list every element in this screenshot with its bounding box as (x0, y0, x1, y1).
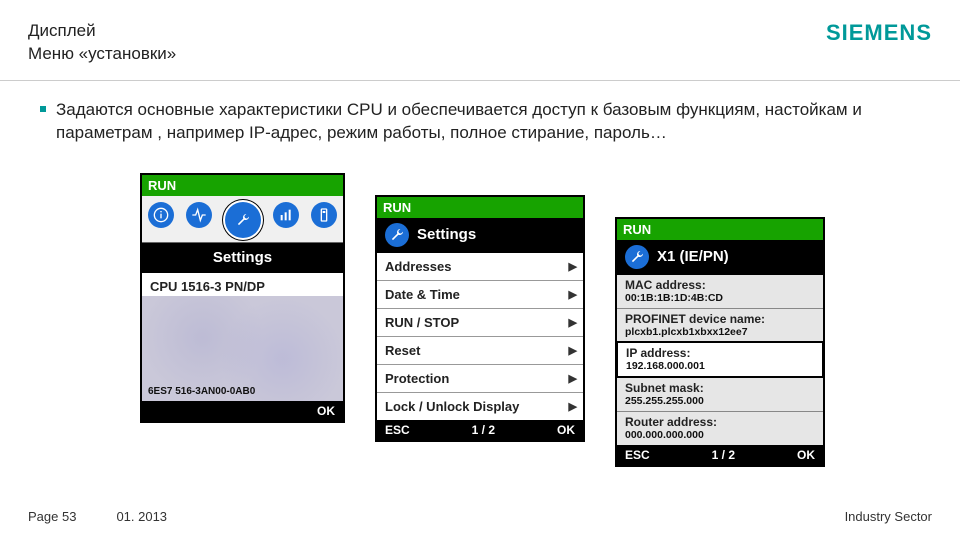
info-icon[interactable] (148, 202, 174, 228)
slide-header: Дисплей Меню «установки» SIEMENS (0, 0, 960, 76)
menu-item-label: Date & Time (385, 287, 460, 302)
kv-key: Router address: (625, 415, 815, 429)
footer-page: Page 53 (28, 509, 76, 524)
softkey-esc[interactable]: ESC (625, 448, 650, 462)
settings-menu-list: Addresses ▶ Date & Time ▶ RUN / STOP ▶ R… (377, 252, 583, 420)
bullet-marker (40, 106, 46, 112)
bars-icon[interactable] (273, 202, 299, 228)
brand-logo: SIEMENS (826, 20, 932, 46)
menu-item-runstop[interactable]: RUN / STOP ▶ (377, 308, 583, 336)
kv-profinet-name[interactable]: PROFINET device name: plcxb1.plcxb1xbxx1… (617, 308, 823, 342)
interface-title: X1 (IE/PN) (657, 248, 729, 265)
kv-ip-address[interactable]: IP address: 192.168.000.001 (616, 341, 824, 378)
softkey-ok[interactable]: OK (317, 404, 335, 418)
wrench-icon (625, 245, 649, 269)
slide-footer: Page 53 01. 2013 Industry Sector (28, 509, 932, 524)
status-run: RUN (142, 175, 343, 196)
device-screen-interface: RUN X1 (IE/PN) MAC address: 00:1B:1B:1D:… (615, 217, 825, 467)
footer-date: 01. 2013 (116, 509, 167, 524)
menu-item-datetime[interactable]: Date & Time ▶ (377, 280, 583, 308)
cpu-background-image: 6ES7 516-3AN00-0AB0 (142, 296, 343, 401)
kv-value: 192.168.000.001 (626, 360, 814, 372)
kv-key: MAC address: (625, 278, 815, 292)
menu-item-lock[interactable]: Lock / Unlock Display ▶ (377, 392, 583, 420)
kv-value: 000.000.000.000 (625, 429, 815, 441)
menu-item-label: Addresses (385, 259, 451, 274)
softkey-esc[interactable]: ESC (385, 423, 410, 437)
interface-title-row: X1 (IE/PN) (617, 240, 823, 274)
cpu-model: CPU 1516-3 PN/DP (142, 272, 343, 296)
activity-icon[interactable] (186, 202, 212, 228)
kv-value: 255.255.255.000 (625, 395, 815, 407)
device-screen-overview: RUN (140, 173, 345, 423)
slide-title-block: Дисплей Меню «установки» (28, 20, 176, 66)
menu-item-label: Reset (385, 343, 420, 358)
chevron-right-icon: ▶ (569, 316, 577, 329)
bullet-text: Задаются основные характеристики CPU и о… (56, 99, 926, 145)
kv-value: 00:1B:1B:1D:4B:CD (625, 292, 815, 304)
menu-item-reset[interactable]: Reset ▶ (377, 336, 583, 364)
menu-item-label: Protection (385, 371, 449, 386)
status-run: RUN (377, 197, 583, 218)
bullet-row: Задаются основные характеристики CPU и о… (40, 99, 926, 145)
slide-title-line1: Дисплей (28, 20, 176, 43)
device-icon[interactable] (311, 202, 337, 228)
softkey-bar: ESC 1 / 2 OK (377, 420, 583, 440)
chevron-right-icon: ▶ (569, 400, 577, 413)
menu-item-addresses[interactable]: Addresses ▶ (377, 252, 583, 280)
nav-icon-row (142, 196, 343, 243)
device-screen-settings-menu: RUN Settings Addresses ▶ Date & Time ▶ (375, 195, 585, 442)
section-title-settings: Settings (142, 243, 343, 272)
menu-item-label: RUN / STOP (385, 315, 459, 330)
slide-title-line2: Меню «установки» (28, 43, 176, 66)
menu-title-row: Settings (377, 218, 583, 252)
kv-key: PROFINET device name: (625, 312, 815, 326)
kv-key: IP address: (626, 346, 814, 360)
kv-mac[interactable]: MAC address: 00:1B:1B:1D:4B:CD (617, 274, 823, 308)
order-number: 6ES7 516-3AN00-0AB0 (148, 386, 255, 397)
kv-subnet[interactable]: Subnet mask: 255.255.255.000 (617, 377, 823, 411)
chevron-right-icon: ▶ (569, 288, 577, 301)
footer-sector: Industry Sector (845, 509, 932, 524)
softkey-bar: ESC 1 / 2 OK (617, 445, 823, 465)
kv-router[interactable]: Router address: 000.000.000.000 (617, 411, 823, 445)
page-indicator: 1 / 2 (650, 448, 797, 462)
softkey-bar: OK (142, 401, 343, 421)
page-indicator: 1 / 2 (410, 423, 557, 437)
softkey-ok[interactable]: OK (557, 423, 575, 437)
status-run: RUN (617, 219, 823, 240)
menu-title: Settings (417, 226, 476, 243)
softkey-mid (150, 404, 317, 418)
kv-value: plcxb1.plcxb1xbxx12ee7 (625, 326, 815, 338)
menu-item-protection[interactable]: Protection ▶ (377, 364, 583, 392)
menu-item-label: Lock / Unlock Display (385, 399, 519, 414)
interface-kv-list: MAC address: 00:1B:1B:1D:4B:CD PROFINET … (617, 274, 823, 445)
softkey-ok[interactable]: OK (797, 448, 815, 462)
chevron-right-icon: ▶ (569, 344, 577, 357)
wrench-icon[interactable] (225, 202, 261, 238)
chevron-right-icon: ▶ (569, 372, 577, 385)
header-divider (0, 80, 960, 81)
wrench-icon (385, 223, 409, 247)
kv-key: Subnet mask: (625, 381, 815, 395)
chevron-right-icon: ▶ (569, 260, 577, 273)
